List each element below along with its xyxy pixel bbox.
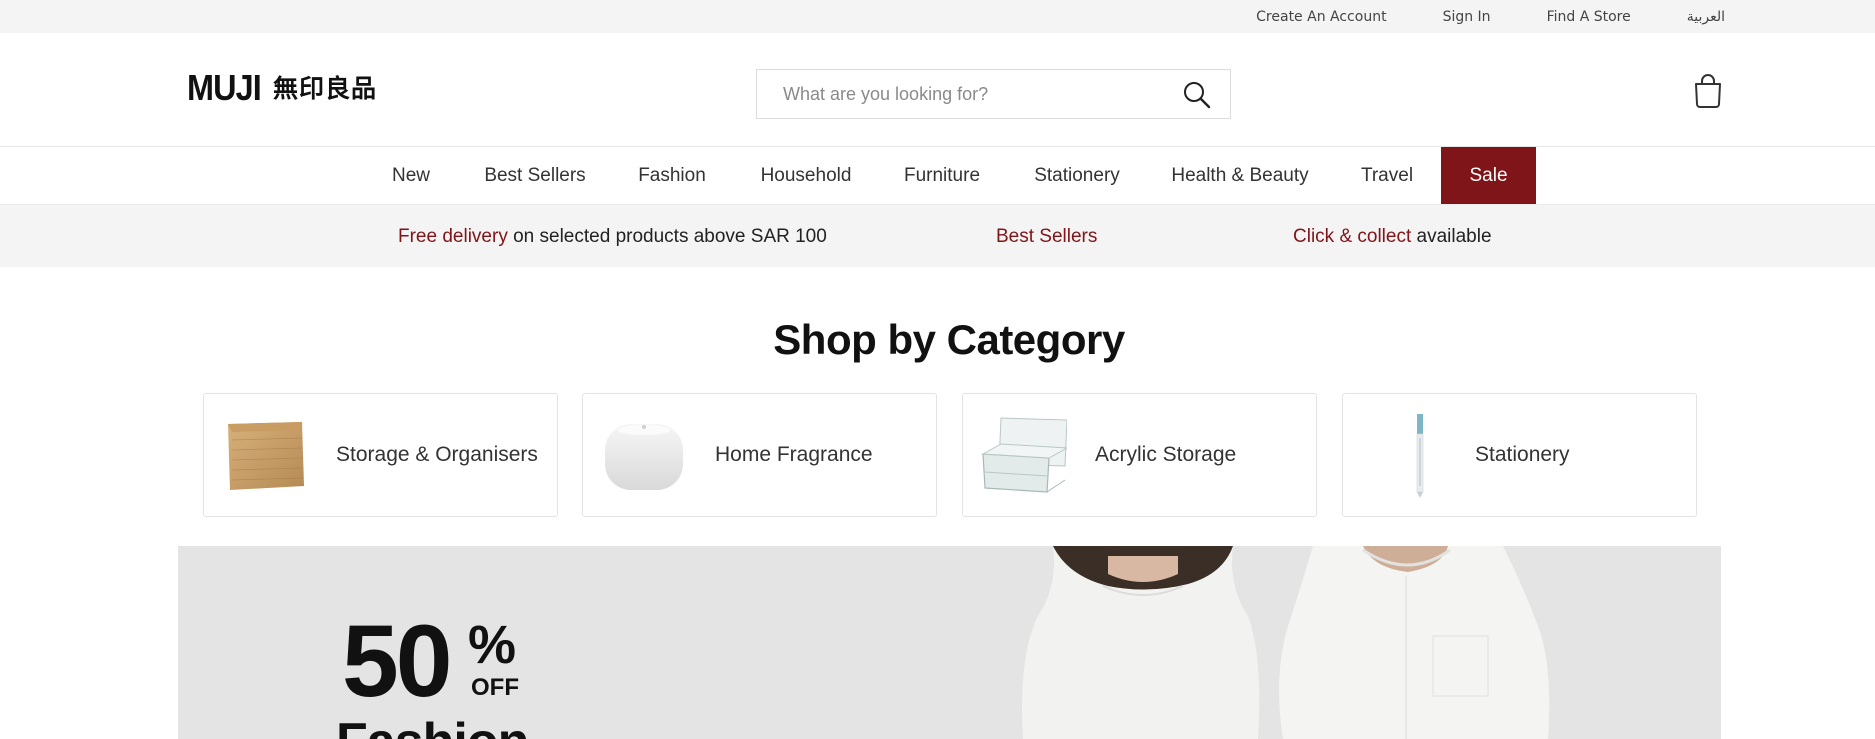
section-title: Shop by Category	[773, 316, 1125, 363]
promo-collect-text: available	[1411, 226, 1492, 247]
utility-bar: Create An Account Sign In Find A Store ا…	[0, 0, 1875, 33]
nav-item-stationery[interactable]: Stationery	[1030, 147, 1124, 204]
category-card-home-fragrance[interactable]: Home Fragrance	[582, 393, 937, 517]
search-box	[756, 69, 1231, 119]
pen-image	[1416, 414, 1424, 498]
search-button[interactable]	[1182, 80, 1212, 110]
promo-collect-highlight: Click & collect	[1293, 226, 1412, 247]
category-label: Stationery	[1475, 443, 1570, 466]
nav-item-best-sellers[interactable]: Best Sellers	[478, 147, 592, 204]
logo-wordmark: MUJI	[187, 67, 262, 108]
search-input[interactable]	[757, 70, 1177, 118]
hero-percent-symbol: %	[468, 615, 517, 675]
hero-category-label: Fashion	[336, 716, 529, 739]
hero-banner[interactable]: 50 % OFF Fashion	[178, 546, 1721, 739]
logo-kanji: 無印良品	[273, 73, 378, 103]
main-nav: New Best Sellers Fashion Household Furni…	[0, 147, 1875, 204]
nav-item-fashion[interactable]: Fashion	[632, 147, 712, 204]
hero-discount-number: 50	[342, 604, 452, 718]
category-card-acrylic-storage[interactable]: Acrylic Storage	[962, 393, 1317, 517]
nav-items: New Best Sellers Fashion Household Furni…	[0, 147, 1875, 204]
aroma-diffuser-image	[605, 424, 683, 490]
nav-item-sale[interactable]: Sale	[1441, 147, 1536, 204]
nav-item-travel[interactable]: Travel	[1354, 147, 1420, 204]
muji-logo[interactable]: MUJI 無印良品	[187, 67, 378, 108]
nav-item-furniture[interactable]: Furniture	[898, 147, 986, 204]
sign-in-link[interactable]: Sign In	[1443, 9, 1491, 25]
promo-delivery-highlight: Free delivery	[398, 226, 508, 247]
nav-item-new[interactable]: New	[378, 147, 444, 204]
find-store-link[interactable]: Find A Store	[1547, 9, 1631, 25]
create-account-link[interactable]: Create An Account	[1256, 9, 1386, 25]
promo-delivery-text: on selected products above SAR 100	[507, 226, 827, 247]
category-label: Home Fragrance	[715, 443, 873, 466]
promo-click-collect[interactable]: Click & collect available	[1293, 205, 1492, 268]
category-label: Storage & Organisers	[336, 443, 538, 466]
language-switch-link[interactable]: العربية	[1687, 9, 1725, 25]
hero-off-label: OFF	[471, 674, 519, 701]
nav-item-household[interactable]: Household	[756, 147, 856, 204]
promo-bestsellers-label: Best Sellers	[996, 226, 1098, 247]
category-card-stationery[interactable]: Stationery	[1342, 393, 1697, 517]
acrylic-box-image	[981, 417, 1067, 493]
nav-item-health-beauty[interactable]: Health & Beauty	[1170, 147, 1310, 204]
cart-button[interactable]	[1692, 73, 1724, 109]
promo-strip: Free delivery on selected products above…	[0, 204, 1875, 267]
search-icon	[1184, 82, 1211, 109]
promo-bestsellers[interactable]: Best Sellers	[996, 205, 1097, 268]
storage-basket-image	[228, 422, 304, 490]
shopping-bag-icon	[1695, 74, 1721, 108]
promo-delivery[interactable]: Free delivery on selected products above…	[398, 205, 827, 268]
site-header: MUJI 無印良品	[0, 33, 1875, 147]
category-card-storage[interactable]: Storage & Organisers	[203, 393, 558, 517]
utility-links: Create An Account Sign In Find A Store ا…	[1200, 0, 1725, 33]
category-label: Acrylic Storage	[1095, 443, 1237, 466]
